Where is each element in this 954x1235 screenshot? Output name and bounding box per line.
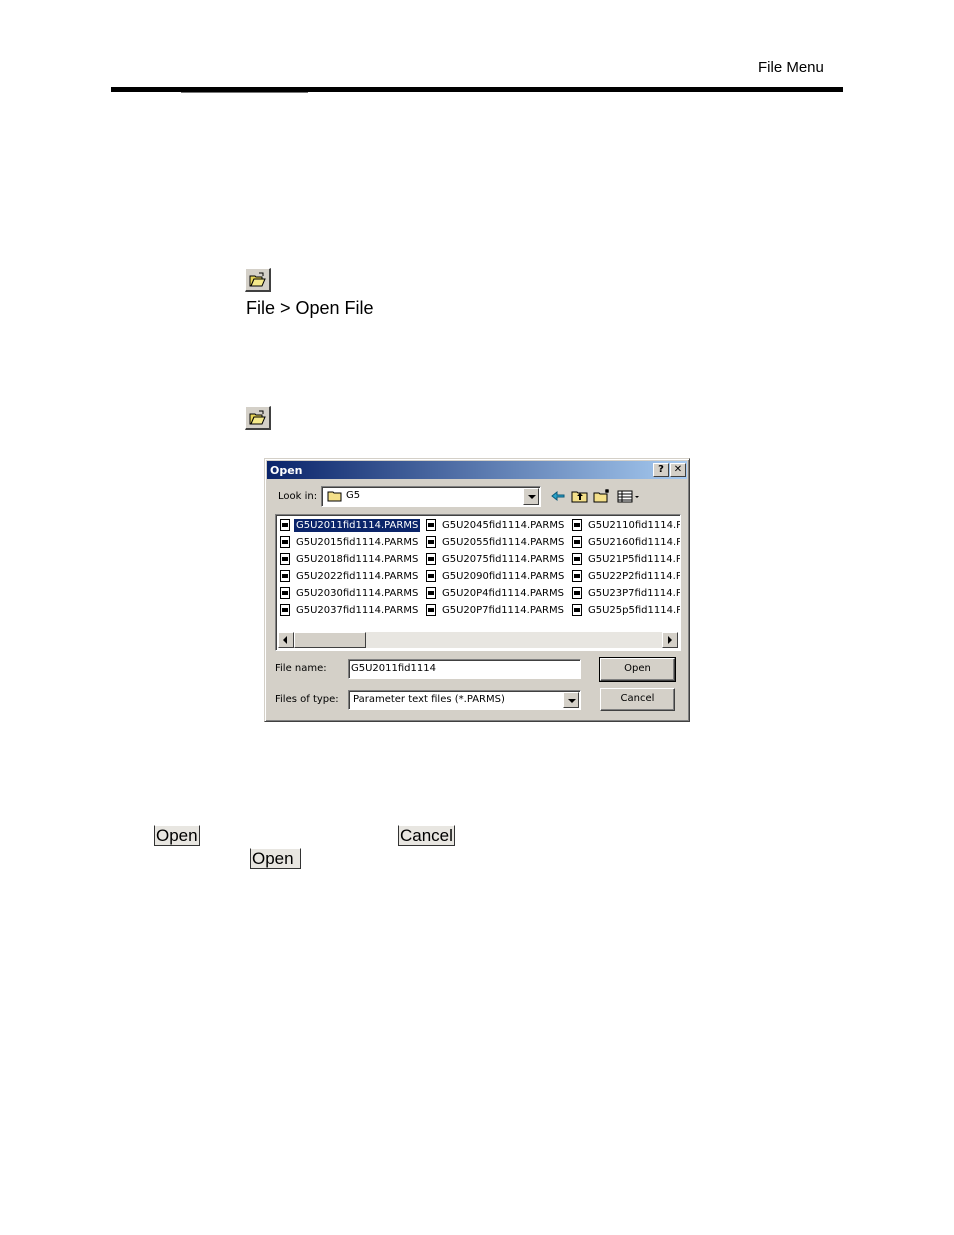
view-menu-icon[interactable] [617,488,643,504]
open-dialog: Open ? ✕ Look in: G5 G5U2011fid1114.PARM… [264,458,690,722]
file-item-name: G5U2015fid1114.PARMS [296,537,419,548]
file-item-name: G5U2160fid1114.PA [588,537,681,548]
parms-file-icon [280,553,290,565]
file-item-name: G5U2037fid1114.PARMS [296,605,419,616]
scroll-right-button[interactable] [662,632,678,648]
parms-file-icon [572,587,582,599]
dialog-title: Open [270,464,303,477]
parms-file-icon [426,604,436,616]
file-item-name: G5U20P4fid1114.PARMS [442,588,564,599]
parms-file-icon [280,519,290,531]
folder-icon [327,491,342,502]
parms-file-icon [572,553,582,565]
file-item-name: G5U2022fid1114.PARMS [296,571,419,582]
file-list[interactable]: G5U2011fid1114.PARMS G5U2015fid1114.PARM… [275,514,681,651]
open-folder-icon [249,410,266,425]
inline-open-button: Open [154,825,200,846]
file-type-label: Files of type: [275,694,339,705]
new-folder-icon[interactable] [593,488,611,504]
file-item-name: G5U2045fid1114.PARMS [442,520,565,531]
parms-file-icon [426,536,436,548]
file-type-value: Parameter text files (*.PARMS) [353,694,505,705]
look-in-combo[interactable]: G5 [321,486,541,507]
parms-file-icon [572,519,582,531]
file-item-name: G5U2018fid1114.PARMS [296,554,419,565]
file-item-name: G5U22P2fid1114.PA [588,571,681,582]
inline-open-button-2: Open [250,848,301,869]
parms-file-icon [280,536,290,548]
file-type-combo[interactable]: Parameter text files (*.PARMS) [348,690,581,710]
open-folder-icon [249,272,266,287]
parms-file-icon [426,587,436,599]
parms-file-icon [426,570,436,582]
scroll-left-button[interactable] [278,632,294,648]
open-button[interactable]: Open [599,657,676,682]
file-item-name: G5U25p5fid1114.PA [588,605,681,616]
horizontal-scrollbar[interactable] [278,632,678,648]
dialog-titlebar[interactable]: Open ? ✕ [267,461,687,479]
parms-file-icon [426,519,436,531]
scroll-thumb[interactable] [294,632,366,648]
toolbar-open-button[interactable] [245,268,271,292]
file-item-name: G5U21P5fid1114.PA [588,554,681,565]
file-item-name: G5U2055fid1114.PARMS [442,537,565,548]
page-header-title: File Menu [758,59,824,76]
file-item-name: G5U2110fid1114.PA [588,520,681,531]
back-icon[interactable] [549,488,567,504]
look-in-dropdown-button[interactable] [523,488,539,505]
close-button[interactable]: ✕ [670,463,686,477]
cancel-button[interactable]: Cancel [600,688,675,711]
file-name-label: File name: [275,663,327,674]
file-item-name: G5U2090fid1114.PARMS [442,571,565,582]
menu-path: File > Open File [246,298,374,318]
file-item-name: G5U2075fid1114.PARMS [442,554,565,565]
file-type-dropdown-button[interactable] [563,692,579,708]
look-in-label: Look in: [278,491,318,502]
file-name-input[interactable]: G5U2011fid1114 [348,659,581,679]
look-in-value: G5 [346,490,361,501]
parms-file-icon [572,604,582,616]
parms-file-icon [280,604,290,616]
file-item-name: G5U2011fid1114.PARMS [292,518,422,533]
file-item-name: G5U2030fid1114.PARMS [296,588,419,599]
parms-file-icon [280,587,290,599]
help-button[interactable]: ? [653,463,669,477]
parms-file-icon [572,570,582,582]
toolbar-open-button-2[interactable] [245,406,271,430]
file-item-name: G5U20P7fid1114.PARMS [442,605,564,616]
header-rule [111,87,843,93]
parms-file-icon [280,570,290,582]
file-item-name: G5U23P7fid1114.PA [588,588,681,599]
parms-file-icon [572,536,582,548]
up-folder-icon[interactable] [571,488,589,504]
inline-cancel-button: Cancel [398,825,455,846]
parms-file-icon [426,553,436,565]
